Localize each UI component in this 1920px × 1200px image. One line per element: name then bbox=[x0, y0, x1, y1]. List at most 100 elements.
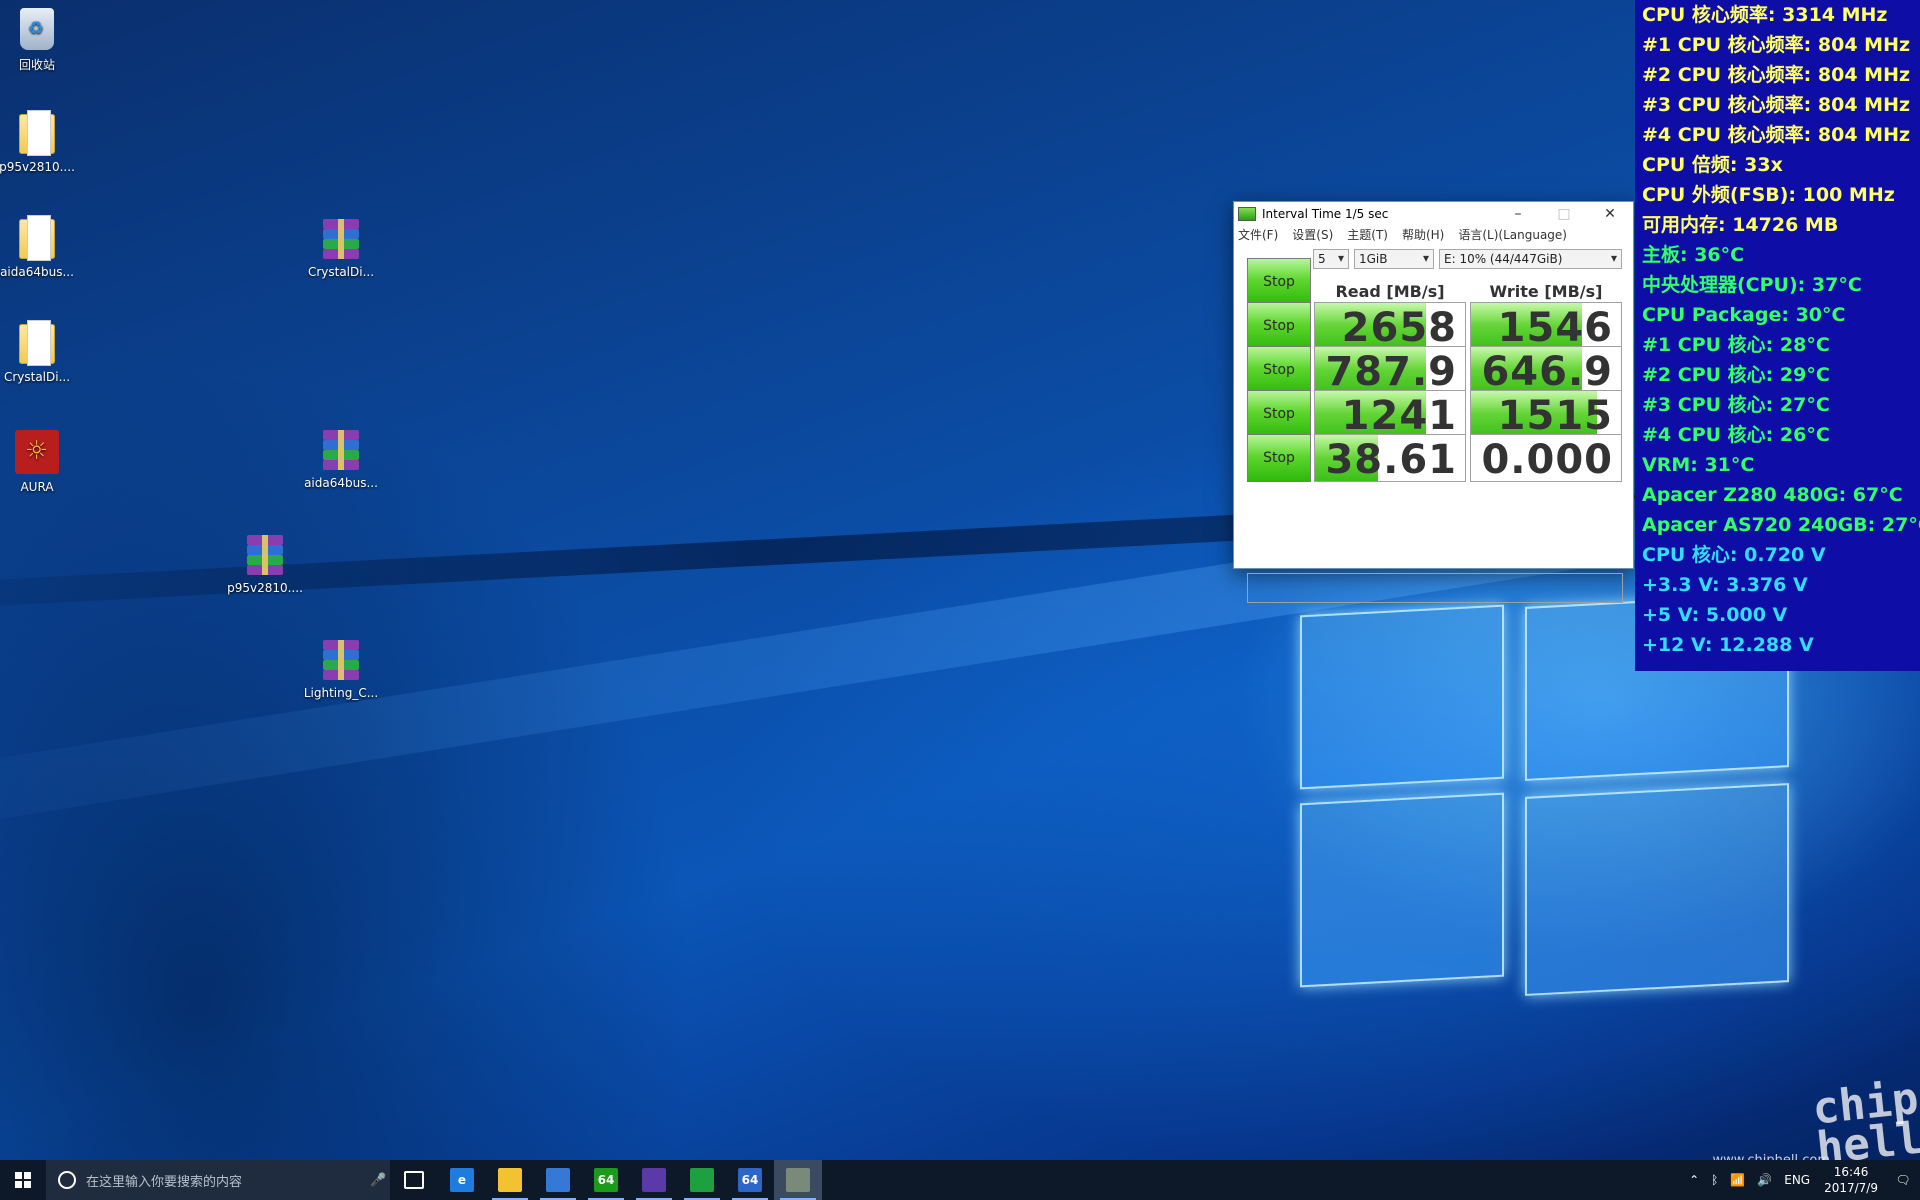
sensor-reading: #2 CPU 核心: 29°C bbox=[1642, 364, 1830, 386]
desktop-icon-aura[interactable]: AURA bbox=[0, 430, 80, 494]
desktop-icon-folder[interactable]: CrystalDi... bbox=[0, 320, 80, 384]
taskbar-app-edge[interactable]: e bbox=[438, 1160, 486, 1200]
maximize-button[interactable]: □ bbox=[1541, 206, 1587, 222]
menu-settings[interactable]: 设置(S) bbox=[1292, 226, 1333, 246]
sensor-reading: #3 CPU 核心频率: 804 MHz bbox=[1642, 94, 1911, 116]
sensor-reading: VRM: 31°C bbox=[1642, 454, 1755, 476]
sensor-reading: 中央处理器(CPU): 37°C bbox=[1642, 274, 1862, 296]
read-column-header: Read [MB/s] bbox=[1335, 282, 1445, 301]
sensor-reading: CPU 外频(FSB): 100 MHz bbox=[1642, 184, 1895, 206]
store-icon bbox=[546, 1168, 570, 1192]
taskbar-app-crystaldiskmark[interactable] bbox=[774, 1160, 822, 1200]
system-tray: ⌃ ᛒ 📶 🔊 ENG 16:46 2017/7/9 🗨 bbox=[1683, 1160, 1920, 1200]
clock[interactable]: 16:46 2017/7/9 bbox=[1824, 1164, 1878, 1196]
menu-theme[interactable]: 主题(T) bbox=[1347, 226, 1388, 246]
notification-center-icon[interactable]: 🗨 bbox=[1886, 1160, 1920, 1200]
stop-row-button[interactable]: Stop bbox=[1247, 302, 1311, 350]
test-size-select[interactable]: 1GiB bbox=[1354, 249, 1434, 269]
cpuz-icon bbox=[642, 1168, 666, 1192]
desktop-icon-recycle-bin[interactable]: 回收站 bbox=[0, 8, 80, 73]
file-explorer-icon bbox=[498, 1168, 522, 1192]
desktop-icon-label: CrystalDi... bbox=[307, 265, 375, 279]
sensor-reading: CPU 核心频率: 3314 MHz bbox=[1642, 4, 1888, 26]
window-title: Interval Time 1/5 sec bbox=[1262, 207, 1389, 221]
write-result-cell: 0.000 bbox=[1470, 434, 1622, 482]
taskbar-apps: e 64 64 bbox=[390, 1160, 822, 1200]
volume-icon[interactable]: 🔊 bbox=[1757, 1173, 1772, 1187]
bluetooth-icon[interactable]: ᛒ bbox=[1711, 1173, 1718, 1187]
test-count-select[interactable]: 5 bbox=[1313, 249, 1349, 269]
read-result-value: 2658 bbox=[1341, 305, 1457, 350]
rar-archive-icon bbox=[321, 640, 361, 680]
minimize-button[interactable]: – bbox=[1495, 206, 1541, 222]
clock-date: 2017/7/9 bbox=[1824, 1181, 1878, 1195]
write-result-cell: 1546 bbox=[1470, 302, 1622, 350]
taskbar-app-task-view[interactable] bbox=[390, 1160, 438, 1200]
sensor-reading: Apacer Z280 480G: 67°C bbox=[1642, 484, 1903, 506]
desktop-icon-archive[interactable]: aida64bus... bbox=[298, 430, 384, 490]
language-indicator[interactable]: ENG bbox=[1784, 1173, 1810, 1187]
drive-select[interactable]: E: 10% (44/447GiB) bbox=[1439, 249, 1622, 269]
folder-icon bbox=[19, 320, 55, 366]
window-titlebar[interactable]: Interval Time 1/5 sec – □ ✕ bbox=[1234, 202, 1633, 226]
microphone-icon[interactable]: 🎤 bbox=[370, 1173, 390, 1188]
menu-language[interactable]: 语言(L)(Language) bbox=[1458, 226, 1567, 246]
read-result-value: 1241 bbox=[1341, 393, 1457, 438]
rar-archive-icon bbox=[321, 219, 361, 259]
chevron-up-icon[interactable]: ⌃ bbox=[1689, 1173, 1699, 1187]
taskbar-app-store[interactable] bbox=[534, 1160, 582, 1200]
desktop-icon-label: p95v2810.... bbox=[0, 160, 75, 174]
desktop-wallpaper bbox=[0, 0, 1920, 1200]
network-icon[interactable]: 📶 bbox=[1730, 1173, 1745, 1187]
desktop-icon-archive[interactable]: CrystalDi... bbox=[298, 219, 384, 279]
desktop-icon-archive[interactable]: Lighting_C... bbox=[298, 640, 384, 700]
sensor-reading: Apacer AS720 240GB: 27°C bbox=[1642, 514, 1920, 536]
close-button[interactable]: ✕ bbox=[1587, 206, 1633, 222]
desktop-icon-label: aida64bus... bbox=[304, 476, 378, 490]
sensor-reading: #4 CPU 核心频率: 804 MHz bbox=[1642, 124, 1911, 146]
sensor-reading: #3 CPU 核心: 27°C bbox=[1642, 394, 1830, 416]
aida64-icon: 64 bbox=[738, 1168, 762, 1192]
sensor-reading: #1 CPU 核心频率: 804 MHz bbox=[1642, 34, 1911, 56]
sensor-osd-panel: CPU 核心频率: 3314 MHz #1 CPU 核心频率: 804 MHz #2… bbox=[1635, 0, 1920, 671]
sensor-reading: #2 CPU 核心频率: 804 MHz bbox=[1642, 64, 1911, 86]
search-box[interactable]: 在这里输入你要搜索的内容 🎤 bbox=[46, 1160, 390, 1200]
menu-file[interactable]: 文件(F) bbox=[1238, 226, 1278, 246]
wallpaper-window-pane bbox=[1525, 783, 1789, 996]
taskbar-app-cpuz[interactable] bbox=[630, 1160, 678, 1200]
desktop-icon-label: Lighting_C... bbox=[303, 686, 379, 700]
sensor-reading: +12 V: 12.288 V bbox=[1642, 634, 1814, 656]
desktop-icon-label: CrystalDi... bbox=[3, 370, 71, 384]
desktop-icon-folder[interactable]: p95v2810.... bbox=[0, 110, 80, 174]
taskbar-app-aida64[interactable]: 64 bbox=[582, 1160, 630, 1200]
menu-bar: 文件(F) 设置(S) 主题(T) 帮助(H) 语言(L)(Language) bbox=[1234, 226, 1633, 246]
taskbar-app-file-explorer[interactable] bbox=[486, 1160, 534, 1200]
stop-row-button[interactable]: Stop bbox=[1247, 346, 1311, 394]
desktop-icon-archive[interactable]: p95v2810.... bbox=[222, 535, 308, 595]
stop-all-button[interactable]: Stop bbox=[1247, 258, 1311, 306]
start-button[interactable] bbox=[0, 1160, 46, 1200]
taskbar-app-gpuz[interactable] bbox=[678, 1160, 726, 1200]
task-view-icon bbox=[404, 1171, 424, 1189]
sensor-reading: #4 CPU 核心: 26°C bbox=[1642, 424, 1830, 446]
rar-archive-icon bbox=[321, 430, 361, 470]
sensor-reading: #1 CPU 核心: 28°C bbox=[1642, 334, 1830, 356]
aida64-icon: 64 bbox=[594, 1168, 618, 1192]
write-result-cell: 646.9 bbox=[1470, 346, 1622, 394]
desktop-icon-label: aida64bus... bbox=[0, 265, 74, 279]
folder-icon bbox=[19, 110, 55, 156]
write-result-value: 0.000 bbox=[1481, 437, 1613, 482]
wallpaper-window-pane bbox=[1300, 604, 1504, 790]
write-result-value: 1546 bbox=[1497, 305, 1613, 350]
desktop-icon-label: AURA bbox=[20, 480, 54, 494]
stop-row-button[interactable]: Stop bbox=[1247, 390, 1311, 438]
taskbar-app-aida64[interactable]: 64 bbox=[726, 1160, 774, 1200]
desktop-icon-folder[interactable]: aida64bus... bbox=[0, 215, 80, 279]
crystaldiskmark-icon bbox=[786, 1168, 810, 1192]
search-placeholder: 在这里输入你要搜索的内容 bbox=[86, 1174, 243, 1190]
wallpaper-window-pane bbox=[1300, 792, 1504, 988]
stop-row-button[interactable]: Stop bbox=[1247, 434, 1311, 482]
recycle-bin-icon bbox=[20, 8, 54, 50]
menu-help[interactable]: 帮助(H) bbox=[1402, 226, 1444, 246]
sensor-reading: +5 V: 5.000 V bbox=[1642, 604, 1788, 626]
